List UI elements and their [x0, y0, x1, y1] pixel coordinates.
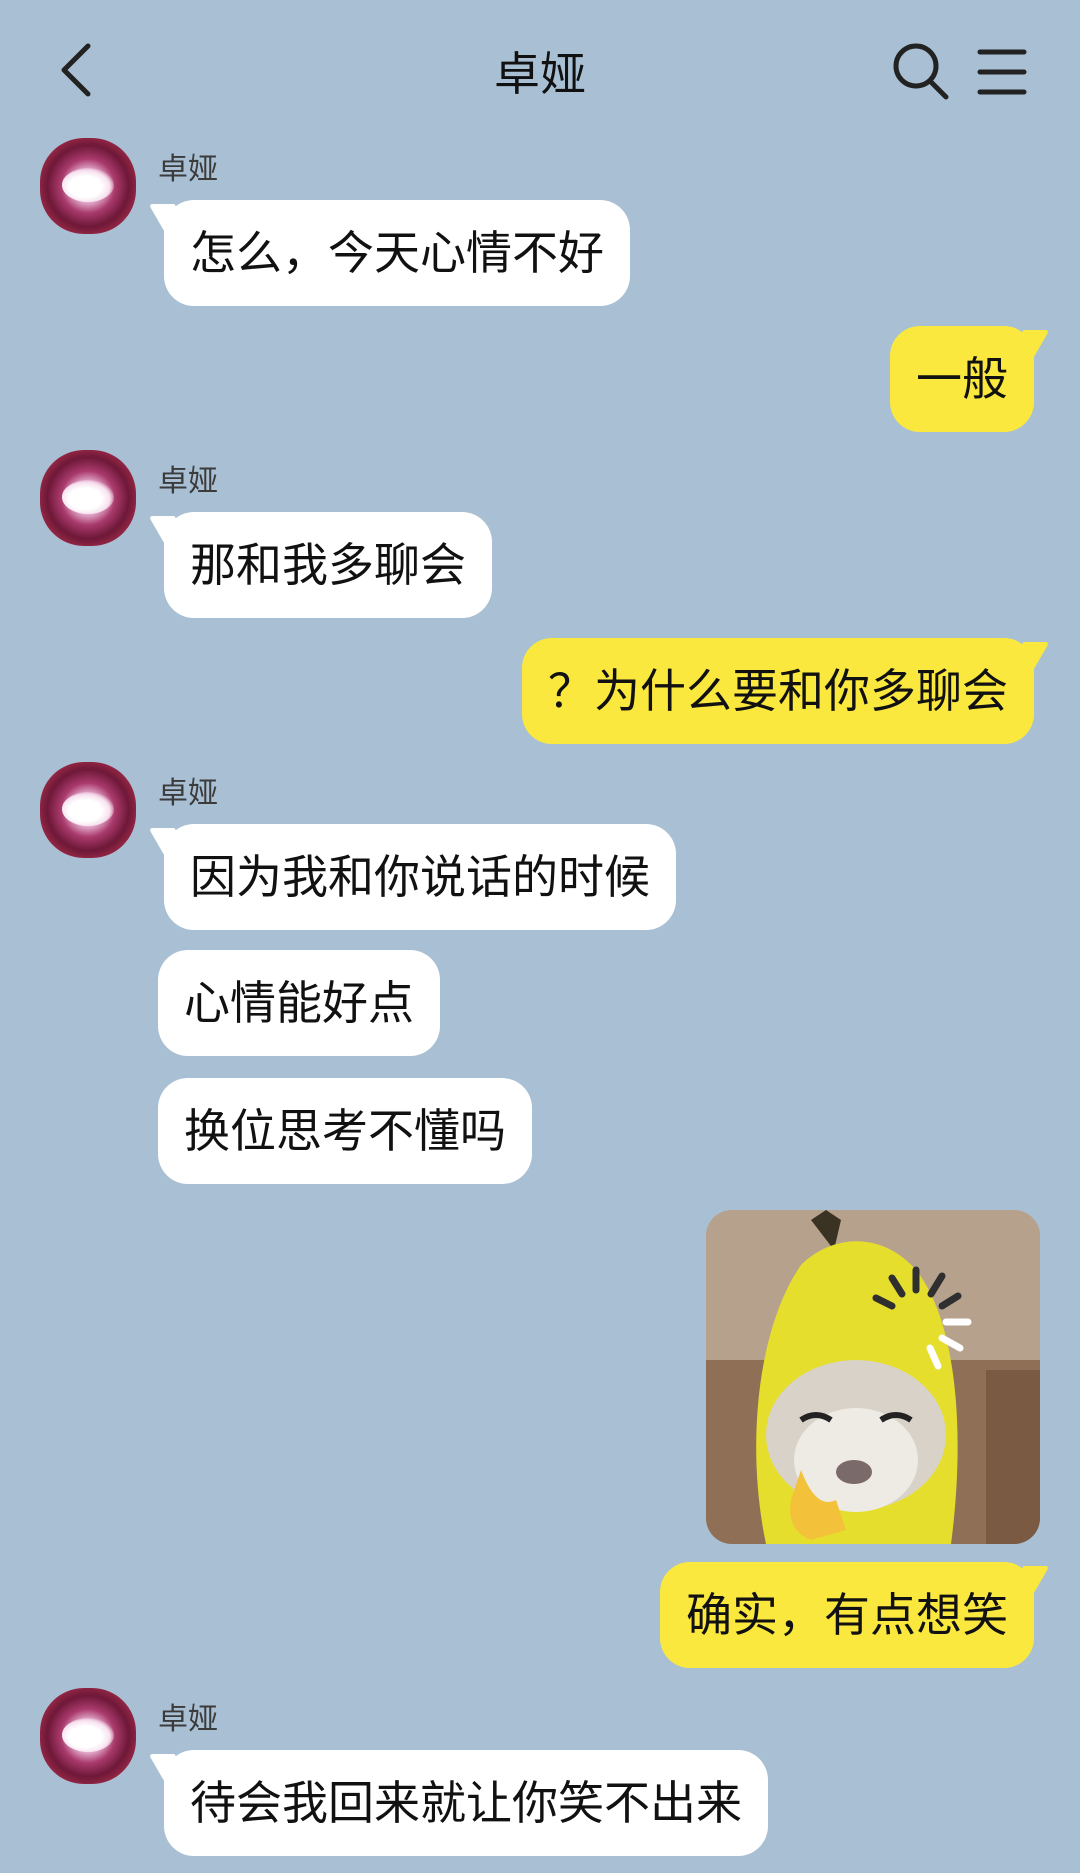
incoming-message-bubble[interactable]: 因为我和你说话的时候 — [164, 824, 676, 930]
banana-cat-thumbs-up-sticker[interactable] — [706, 1210, 1040, 1544]
outgoing-message-bubble[interactable]: 一般 — [890, 326, 1034, 432]
outgoing-message-bubble[interactable]: ？为什么要和你多聊会 — [522, 638, 1034, 744]
contact-avatar[interactable] — [40, 1688, 136, 1784]
search-icon — [893, 43, 949, 100]
incoming-message-bubble[interactable]: 待会我回来就让你笑不出来 — [164, 1750, 768, 1856]
hamburger-menu-icon — [977, 49, 1027, 95]
incoming-message-bubble[interactable]: 心情能好点 — [158, 950, 440, 1056]
chevron-left-icon — [61, 43, 91, 97]
outgoing-message-bubble[interactable]: 确实，有点想笑 — [660, 1562, 1034, 1668]
menu-button[interactable] — [972, 42, 1032, 102]
contact-avatar[interactable] — [40, 450, 136, 546]
contact-avatar[interactable] — [40, 762, 136, 858]
sender-name: 卓娅 — [158, 152, 218, 187]
sender-name: 卓娅 — [158, 1702, 218, 1737]
incoming-message-bubble[interactable]: 怎么，今天心情不好 — [164, 200, 630, 306]
sender-name: 卓娅 — [158, 464, 218, 499]
sender-name: 卓娅 — [158, 776, 218, 811]
incoming-message-bubble[interactable]: 那和我多聊会 — [164, 512, 492, 618]
back-button[interactable] — [50, 38, 110, 102]
search-button[interactable] — [890, 40, 952, 102]
incoming-message-bubble[interactable]: 换位思考不懂吗 — [158, 1078, 532, 1184]
banana-cat-sticker-image — [706, 1210, 1040, 1544]
chat-header: 卓娅 — [0, 0, 1080, 140]
contact-avatar[interactable] — [40, 138, 136, 234]
